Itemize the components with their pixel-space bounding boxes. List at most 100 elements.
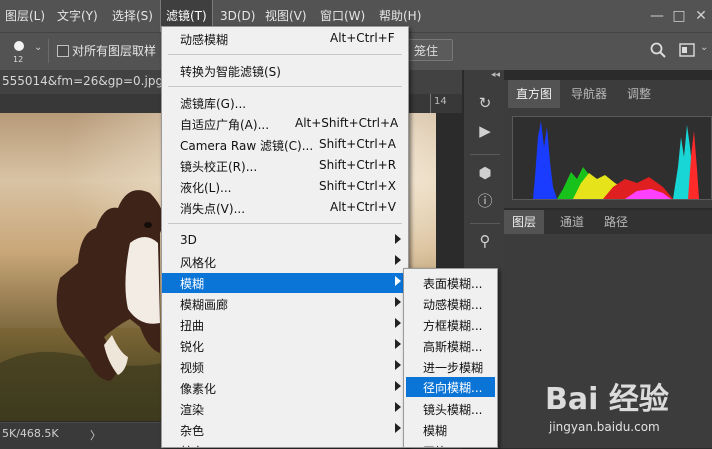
divider (48, 39, 49, 63)
submenu-item-average[interactable]: 平均 (406, 441, 495, 447)
menu-item-label: 消失点(V)... (180, 202, 246, 216)
submenu-arrow-icon (395, 234, 401, 244)
menu-item-render[interactable]: 渲染 (162, 399, 408, 419)
submenu-item-label: 镜头模糊... (423, 403, 483, 417)
search-icon[interactable] (650, 42, 666, 58)
menu-item-label: 风格化 (180, 256, 217, 270)
menu-item-shortcut: Alt+Shift+Ctrl+A (295, 116, 399, 130)
menu-item-last-filter[interactable]: 动感模糊 Alt+Ctrl+F (162, 29, 408, 49)
menu-select[interactable]: 选择(S) (107, 0, 158, 32)
menu-item-blur-gallery[interactable]: 模糊画廊 (162, 294, 408, 314)
chevron-down-icon[interactable]: ⌄ (34, 42, 42, 53)
menu-item-filter-gallery[interactable]: 滤镜库(G)... (162, 93, 408, 113)
submenu-arrow-icon (395, 339, 401, 349)
menu-separator (168, 54, 402, 55)
menu-item-lens-correction[interactable]: 镜头校正(R)... Shift+Ctrl+R (162, 156, 408, 176)
tab-paths[interactable]: 路径 (596, 210, 636, 234)
submenu-arrow-icon (395, 318, 401, 328)
menu-item-shortcut: Shift+Ctrl+R (319, 158, 397, 172)
watermark-logo: Bai 经验 (545, 382, 669, 417)
menu-item-label: 模糊画廊 (180, 298, 229, 312)
menu-separator (168, 86, 402, 87)
submenu-arrow-icon (395, 297, 401, 307)
menu-item-shortcut: Alt+Ctrl+F (330, 31, 395, 45)
actions-play-icon[interactable]: ▶ (474, 120, 496, 142)
info-icon[interactable]: ⓘ (474, 190, 496, 212)
submenu-item-motion-blur[interactable]: 动感模糊... (406, 294, 495, 314)
menu-item-label: 滤镜库(G)... (180, 97, 247, 111)
menu-item-vanishing-point[interactable]: 消失点(V)... Alt+Ctrl+V (162, 198, 408, 218)
menu-item-label: 液化(L)... (180, 181, 232, 195)
menu-item-sharpen[interactable]: 锐化 (162, 336, 408, 356)
close-icon[interactable]: ✕ (686, 0, 712, 32)
menu-item-3d[interactable]: 3D (162, 231, 408, 251)
collapse-icon[interactable]: ◂◂ (491, 70, 500, 80)
submenu-item-blur-more[interactable]: 进一步模糊 (406, 357, 495, 377)
history-icon[interactable]: ↻ (474, 92, 496, 114)
properties-icon[interactable]: ⚲ (474, 230, 496, 252)
baidu-watermark: Bai 经验 jingyan.baidu.com (545, 370, 705, 442)
chevron-down-icon[interactable]: ⌄ (700, 42, 708, 53)
menu-item-video[interactable]: 视频 (162, 357, 408, 377)
menu-item-label: 锐化 (180, 340, 205, 354)
menu-item-adaptive-wide-angle[interactable]: 自适应广角(A)... Alt+Shift+Ctrl+A (162, 114, 408, 134)
submenu-item-gaussian-blur[interactable]: 高斯模糊... (406, 336, 495, 356)
submenu-item-label: 高斯模糊... (423, 340, 483, 354)
submenu-item-label: 动感模糊... (423, 298, 483, 312)
filter-menu: 动感模糊 Alt+Ctrl+F 转换为智能滤镜(S) 滤镜库(G)... 自适应… (161, 26, 409, 448)
menu-item-convert-smart-filter[interactable]: 转换为智能滤镜(S) (162, 61, 408, 81)
sample-all-layers-checkbox[interactable] (57, 45, 69, 57)
menu-item-label: 杂色 (180, 424, 205, 438)
submenu-arrow-icon (395, 276, 401, 286)
submenu-item-label: 方框模糊... (423, 319, 483, 333)
menu-item-label: 转换为智能滤镜(S) (180, 65, 281, 79)
menu-item-noise[interactable]: 杂色 (162, 420, 408, 440)
menu-layer[interactable]: 图层(L) (0, 0, 50, 32)
submenu-item-label: 平均 (423, 443, 447, 447)
tab-channels[interactable]: 通道 (552, 210, 592, 234)
menu-item-liquify[interactable]: 液化(L)... Shift+Ctrl+X (162, 177, 408, 197)
menu-item-label: 动感模糊 (180, 33, 229, 47)
histogram-image (533, 121, 699, 199)
tab-navigator[interactable]: 导航器 (563, 80, 615, 108)
menu-item-label: 3D (180, 233, 197, 247)
tab-histogram[interactable]: 直方图 (508, 80, 561, 108)
status-menu-arrow[interactable]: 〉 (90, 427, 101, 443)
submenu-item-box-blur[interactable]: 方框模糊... (406, 315, 495, 335)
menu-item-shortcut: Shift+Ctrl+A (319, 137, 396, 151)
menu-item-label: 扭曲 (180, 319, 205, 333)
document-size: 5K/468.5K (2, 427, 59, 440)
menu-item-label: 视频 (180, 361, 205, 375)
menu-item-label: 自适应广角(A)... (180, 118, 270, 132)
menu-item-stylize[interactable]: 风格化 (162, 252, 408, 272)
submenu-item-surface-blur[interactable]: 表面模糊... (406, 273, 495, 293)
ruler-tick (430, 94, 431, 113)
tab-adjustments[interactable]: 调整 (619, 80, 659, 108)
workspace-icon[interactable] (679, 43, 695, 57)
3d-cube-icon[interactable]: ⬢ (474, 162, 496, 184)
menu-item-camera-raw[interactable]: Camera Raw 滤镜(C)... Shift+Ctrl+A (162, 135, 408, 155)
submenu-item-label: 径向模糊... (423, 381, 483, 395)
menu-item-label: Camera Raw 滤镜(C)... (180, 139, 314, 153)
divider (470, 154, 500, 155)
submenu-item-blur[interactable]: 模糊 (406, 420, 495, 440)
submenu-arrow-icon (395, 402, 401, 412)
submenu-item-lens-blur[interactable]: 镜头模糊... (406, 399, 495, 419)
submenu-arrow-icon (395, 381, 401, 391)
menu-type[interactable]: 文字(Y) (52, 0, 103, 32)
menu-item-label: 镜头校正(R)... (180, 160, 258, 174)
divider (470, 223, 500, 224)
menu-item-distort[interactable]: 扭曲 (162, 315, 408, 335)
menu-item-label: 像素化 (180, 382, 217, 396)
menu-item-pixelate[interactable]: 像素化 (162, 378, 408, 398)
submenu-arrow-icon (395, 360, 401, 370)
submenu-item-radial-blur[interactable]: 径向模糊... (406, 377, 495, 397)
menu-item-other[interactable]: 其它 (162, 441, 408, 447)
menu-item-blur[interactable]: 模糊 (162, 273, 408, 293)
sample-all-layers-label: 对所有图层取样 (72, 44, 157, 58)
document-title: 555014&fm=26&gp=0.jpg @ (2, 74, 179, 88)
brush-preset-icon[interactable] (14, 41, 24, 51)
menu-item-shortcut: Shift+Ctrl+X (319, 179, 396, 193)
options-button[interactable]: 笼住 ... (407, 39, 453, 80)
tab-layers[interactable]: 图层 (504, 210, 545, 234)
